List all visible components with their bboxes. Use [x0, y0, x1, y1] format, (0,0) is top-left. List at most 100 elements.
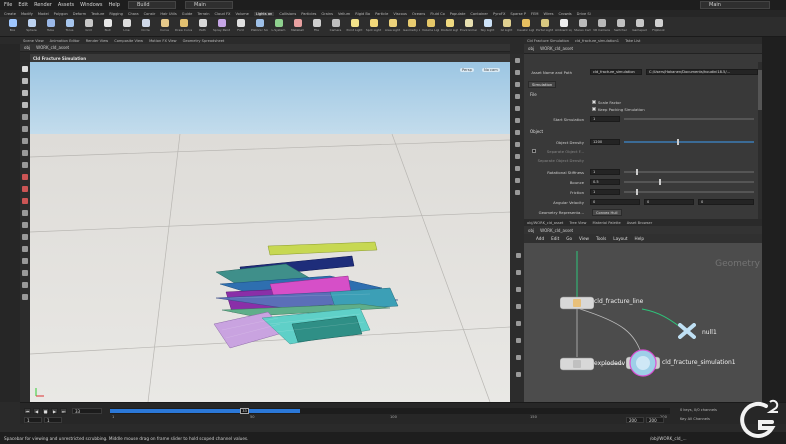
- shelf-tab[interactable]: Vellum: [338, 12, 350, 16]
- pane-tab[interactable]: Geometry Spreadsheet: [183, 39, 225, 43]
- display-option-icon[interactable]: [514, 118, 520, 123]
- stop-button[interactable]: ■: [42, 408, 49, 414]
- pose-tool-icon[interactable]: [22, 126, 28, 132]
- tool-flipbook[interactable]: Flipbook: [650, 17, 667, 35]
- brush-tool-icon[interactable]: [22, 210, 28, 216]
- tool-volume-light[interactable]: Volume Light: [422, 17, 439, 35]
- network-menu-item[interactable]: Edit: [551, 236, 559, 241]
- friction-slider[interactable]: [624, 191, 754, 193]
- display-option-icon[interactable]: [514, 82, 520, 87]
- display-option-icon[interactable]: [514, 142, 520, 147]
- scale-factor-checkbox[interactable]: [592, 100, 596, 104]
- tool-box[interactable]: Box: [4, 17, 21, 35]
- network-tool-icon[interactable]: [515, 355, 521, 360]
- network-tab[interactable]: Tree View: [569, 221, 586, 225]
- shelf-tab[interactable]: Crowds: [558, 12, 571, 16]
- tool-caustic-light[interactable]: Caustic Light: [517, 17, 534, 35]
- network-menu-item[interactable]: Go: [566, 236, 572, 241]
- tool-draw-curve[interactable]: Draw Curve: [175, 17, 192, 35]
- scene-viewport[interactable]: Persp No cam: [30, 62, 510, 402]
- tool-file[interactable]: File: [308, 17, 325, 35]
- menu-help[interactable]: Help: [108, 2, 119, 8]
- tool-spray-paint[interactable]: Spray Paint: [213, 17, 230, 35]
- desktop-selector-right[interactable]: Main: [700, 1, 770, 9]
- select-tool-icon[interactable]: [22, 66, 28, 72]
- path-obj[interactable]: obj: [24, 45, 30, 50]
- keep-packing-checkbox[interactable]: [592, 107, 596, 111]
- rotational-stiffness-knob[interactable]: [636, 169, 638, 175]
- end-frame-field[interactable]: 200: [626, 417, 644, 423]
- tool-metaball[interactable]: Metaball: [289, 17, 306, 35]
- network-tool-icon[interactable]: [515, 372, 521, 377]
- shelf-tab[interactable]: Chara: [128, 12, 139, 16]
- shelf-tab[interactable]: Rigging: [109, 12, 123, 16]
- tool-curve[interactable]: Curve: [156, 17, 173, 35]
- display-option-icon[interactable]: [514, 106, 520, 111]
- shelf-tab[interactable]: Wires: [544, 12, 554, 16]
- tool-gi-light[interactable]: GI Light: [498, 17, 515, 35]
- tool-stereo-camera[interactable]: Stereo Camera: [574, 17, 591, 35]
- shelf-tab[interactable]: Populate: [450, 12, 466, 16]
- shelf-tab[interactable]: Model: [38, 12, 49, 16]
- network-editor[interactable]: Geometry cld_fracture_line null1 explode…: [524, 243, 762, 402]
- menu-assets[interactable]: Assets: [58, 2, 74, 8]
- display-option-icon[interactable]: [514, 190, 520, 195]
- shelf-tab[interactable]: Drive Si: [577, 12, 591, 16]
- tool-vr-camera[interactable]: VR Camera: [593, 17, 610, 35]
- shelf-tab[interactable]: Lights an: [253, 11, 275, 16]
- shelf-tab[interactable]: Terrain: [197, 12, 209, 16]
- move-tool-icon[interactable]: [22, 78, 28, 84]
- geometry-representation-menu[interactable]: Convex Hull: [592, 209, 622, 216]
- light-tool-icon[interactable]: [22, 294, 28, 300]
- node-cld-fracture-simulation[interactable]: [625, 348, 661, 380]
- shelf-tab[interactable]: Rigid Bo: [355, 12, 370, 16]
- network-tab[interactable]: obj/WORK_cld_asset: [527, 221, 563, 225]
- tool-ambient-light[interactable]: Ambient Light: [555, 17, 572, 35]
- shelf-tab[interactable]: Viscous: [393, 12, 407, 16]
- shelf-tab[interactable]: Constr: [144, 12, 156, 16]
- shelf-tab[interactable]: Fluid Co: [430, 12, 444, 16]
- friction-field[interactable]: 1: [590, 189, 620, 195]
- network-tool-icon[interactable]: [515, 321, 521, 326]
- tool-geometry-light[interactable]: Geometry Light: [403, 17, 420, 35]
- scale-tool-icon[interactable]: [22, 102, 28, 108]
- start-simulation-slider[interactable]: [624, 118, 754, 120]
- menu-edit[interactable]: Edit: [18, 2, 28, 8]
- network-path-obj[interactable]: obj: [528, 228, 534, 233]
- start-frame-field-2[interactable]: 1: [44, 417, 62, 423]
- asset-name-field[interactable]: cld_fracture_simulation: [590, 69, 642, 75]
- tool-l-system[interactable]: L-System: [270, 17, 287, 35]
- grid-tool-icon[interactable]: [22, 162, 28, 168]
- network-menu-item[interactable]: Layout: [613, 236, 627, 241]
- tool-sky-light[interactable]: Sky Light: [479, 17, 496, 35]
- step-back-button[interactable]: ◀: [33, 408, 40, 414]
- magnet-tool-icon[interactable]: [22, 186, 28, 192]
- display-option-icon[interactable]: [514, 178, 520, 183]
- jump-start-button[interactable]: ⏮: [24, 408, 31, 414]
- shelf-tab[interactable]: Container: [470, 12, 488, 16]
- tool-portal-light[interactable]: Portal Light: [536, 17, 553, 35]
- node-exploded-view[interactable]: [559, 357, 595, 373]
- tool-null[interactable]: Null: [99, 17, 116, 35]
- network-tool-icon[interactable]: [515, 338, 521, 343]
- shelf-tab[interactable]: Collisions: [279, 12, 296, 16]
- tool-platonic-solids[interactable]: Platonic Solids: [251, 17, 268, 35]
- shelf-tab[interactable]: Cloud FX: [215, 12, 231, 16]
- frame-cursor[interactable]: 33: [240, 408, 249, 414]
- tool-path[interactable]: Path: [194, 17, 211, 35]
- network-menu-item[interactable]: Tools: [596, 236, 606, 241]
- shelf-tab[interactable]: Particles: [301, 12, 316, 16]
- display-option-icon[interactable]: [514, 166, 520, 171]
- shelf-tab[interactable]: Sparse P: [510, 12, 526, 16]
- shelf-tab[interactable]: Modify: [21, 12, 33, 16]
- display-option-icon[interactable]: [514, 94, 520, 99]
- current-frame-field[interactable]: 33: [72, 408, 102, 414]
- menu-file[interactable]: File: [4, 2, 12, 8]
- shelf-tab[interactable]: Polygon: [54, 12, 68, 16]
- camera-menu[interactable]: No cam: [482, 68, 500, 72]
- pane-tab[interactable]: Cld Fracture Simulation: [527, 39, 569, 43]
- frame-slider[interactable]: 33: [110, 408, 670, 414]
- tool-tube[interactable]: Tube: [42, 17, 59, 35]
- network-tab[interactable]: Asset Browser: [627, 221, 653, 225]
- render-region-icon[interactable]: [22, 282, 28, 288]
